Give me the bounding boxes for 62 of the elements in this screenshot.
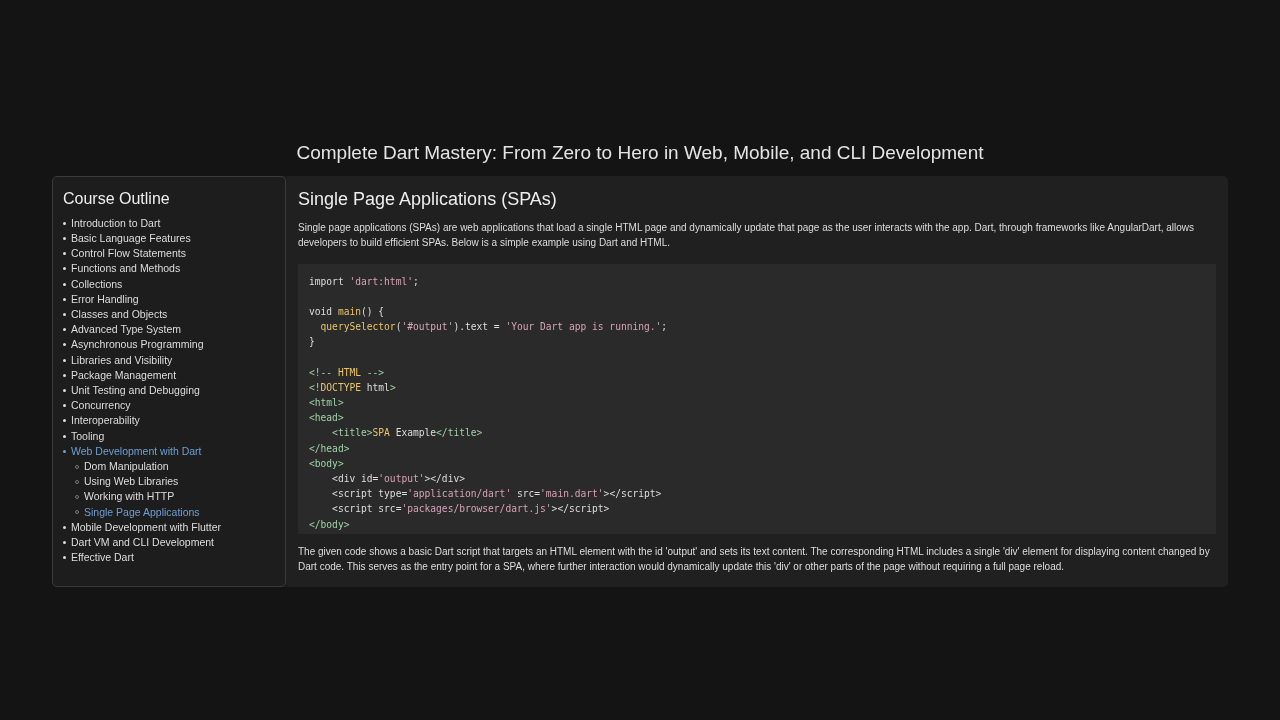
outline-link[interactable]: Single Page Applications [84,504,200,520]
bullet-icon [63,541,66,545]
outline-link[interactable]: Interoperability [71,413,140,429]
code-line: querySelector('#output').text = 'Your Dart app is running.'; [319,320,669,335]
code-line: <!DOCTYPE html> [309,380,397,395]
outline-link[interactable]: Classes and Objects [71,306,168,323]
outline-link[interactable]: Dart VM and CLI Development [71,534,214,551]
outline-link[interactable]: Web Development with Dart [71,443,202,459]
outro-paragraph: The given code shows a basic Dart script that targets an HTML element with the id 'output' and sets its text content. The corresponding HTML includes a single 'div' element for displaying content changed by Dart code. This serves as the entry point for a SPA, where further interaction would dynamically update this 'div' or other parts of the page without requiring a full page reload. [298,544,1211,574]
page-title: Complete Dart Mastery: From Zero to Hero in Web, Mobile, and CLI Development [295,141,985,165]
outline-link[interactable]: Functions and Methods [71,261,181,277]
bullet-icon [63,328,66,332]
code-line: <body> [309,456,345,471]
bullet-icon [63,389,66,392]
code-line: <!-- HTML --> [309,365,386,380]
bullet-icon [63,373,66,377]
code-line: </body> [309,517,351,532]
section-heading: Single Page Applications (SPAs) [298,188,558,211]
outline-link[interactable]: Libraries and Visibility [71,352,173,368]
code-line: </head> [309,441,351,456]
outline-link[interactable]: Basic Language Features [71,230,191,247]
outline-link[interactable]: Asynchronous Programming [71,337,204,353]
code-line: import 'dart:html'; [309,274,420,289]
outline-link[interactable]: Unit Testing and Debugging [71,382,200,399]
outline-link[interactable]: Introduction to Dart [71,215,161,231]
code-line: <title>SPA Example</title> [331,426,484,441]
code-line: <head> [309,411,345,426]
bullet-icon [63,221,66,225]
outline-link[interactable]: Working with HTTP [84,489,175,505]
bullet-icon [63,343,66,347]
outline-link[interactable]: Tooling [71,428,105,444]
bullet-icon [63,252,66,256]
intro-paragraph: Single page applications (SPAs) are web applications that load a single HTML page and dynamically update that page as the user interacts with the app. Dart, through frameworks like AngularDart, allows developers to build efficient SPAs. Below is a simple example using Dart and HTML. [298,221,1196,251]
bullet-icon [63,267,66,271]
bullet-icon [63,419,66,423]
bullet-icon [63,525,66,529]
bullet-icon [63,313,66,316]
bullet-icon [63,297,66,301]
code-line: <script type='application/dart' src='main.dart'></script> [331,487,663,502]
outline-link[interactable]: Package Management [71,367,177,383]
code-line: } [309,335,316,350]
outline-link[interactable]: Collections [71,276,123,292]
code-line: <script src='packages/browser/dart.js'></script> [331,502,611,517]
code-line: void main() { [309,304,386,319]
bullet-icon [63,282,66,286]
bullet-icon [63,237,66,240]
bullet-icon [63,358,66,362]
code-line: <div id='output'></div> [331,471,466,486]
outline-link[interactable]: Using Web Libraries [84,474,179,490]
outline-link[interactable]: Effective Dart [71,550,134,566]
bullet-icon [63,556,66,560]
outline-link[interactable]: Error Handling [71,291,139,307]
code-line: <html> [309,396,345,410]
bullet-icon [63,449,66,453]
sidebar-title: Course Outline [63,188,171,208]
outline-link[interactable]: Mobile Development with Flutter [71,519,221,535]
bullet-icon [63,404,66,408]
outline-link[interactable]: Advanced Type System [71,322,182,338]
outline-link[interactable]: Concurrency [71,398,131,414]
outline-link[interactable]: Dom Manipulation [84,458,169,475]
bullet-icon [63,434,66,438]
outline-link[interactable]: Control Flow Statements [71,246,186,262]
